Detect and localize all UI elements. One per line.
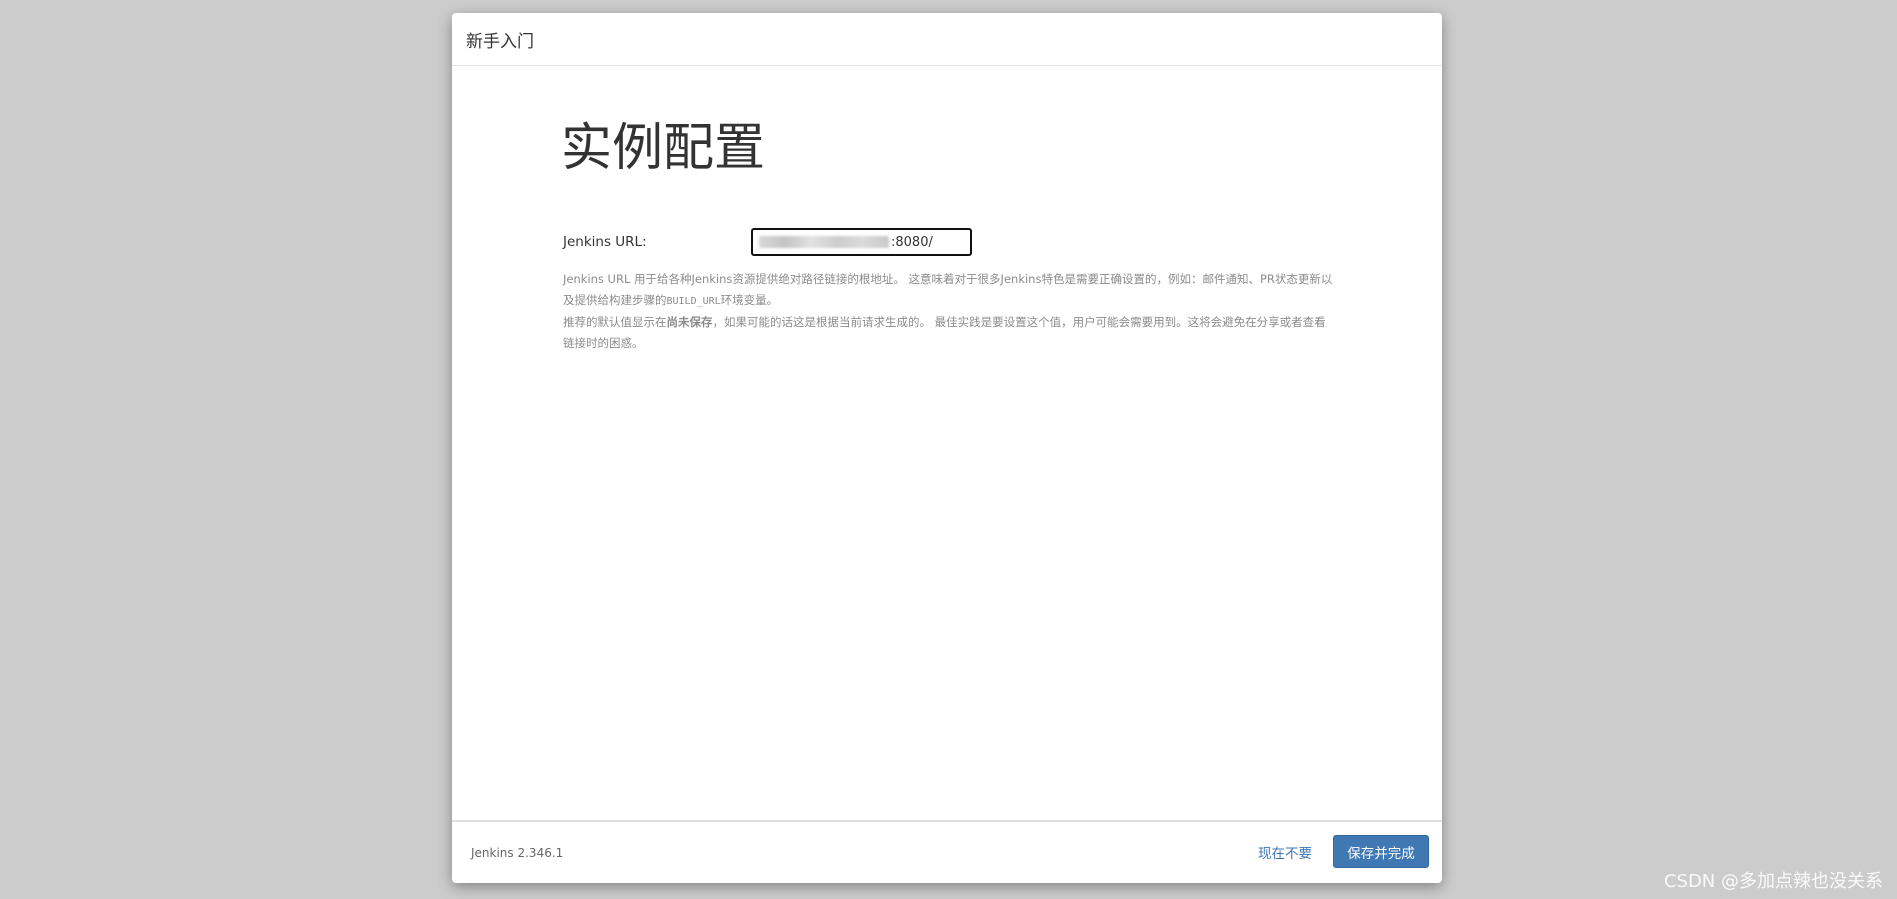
jenkins-url-row: Jenkins URL: xyxy=(563,228,1343,258)
page-title: 实例配置 xyxy=(561,119,766,178)
help-paragraph-1: Jenkins URL 用于给各种Jenkins资源提供绝对路径链接的根地址。 … xyxy=(563,272,1333,307)
dialog-title: 新手入门 xyxy=(466,31,534,52)
jenkins-url-input[interactable] xyxy=(891,234,961,250)
jenkins-url-help: Jenkins URL 用于给各种Jenkins资源提供绝对路径链接的根地址。 … xyxy=(563,269,1333,354)
dialog-footer: Jenkins 2.346.1 现在不要 保存并完成 xyxy=(452,820,1442,883)
redacted-host-text xyxy=(759,236,889,248)
jenkins-url-field[interactable] xyxy=(751,228,972,256)
not-saved-emphasis: 尚未保存 xyxy=(666,315,713,329)
setup-dialog: 新手入门 实例配置 Jenkins URL: Jenkins URL 用于给各种… xyxy=(452,13,1442,883)
save-and-finish-button[interactable]: 保存并完成 xyxy=(1333,835,1429,868)
jenkins-url-label: Jenkins URL: xyxy=(563,234,647,250)
dialog-header: 新手入门 xyxy=(452,13,1442,66)
skip-button[interactable]: 现在不要 xyxy=(1258,842,1312,862)
jenkins-version: Jenkins 2.346.1 xyxy=(471,846,564,860)
csdn-watermark: CSDN @多加点辣也没关系 xyxy=(1663,871,1883,892)
build-url-code: BUILD_URL xyxy=(666,296,721,307)
dialog-body: 实例配置 Jenkins URL: Jenkins URL 用于给各种Jenki… xyxy=(452,67,1442,832)
help-paragraph-2: 推荐的默认值显示在尚未保存，如果可能的话这是根据当前请求生成的。 最佳实践是要设… xyxy=(563,315,1326,350)
